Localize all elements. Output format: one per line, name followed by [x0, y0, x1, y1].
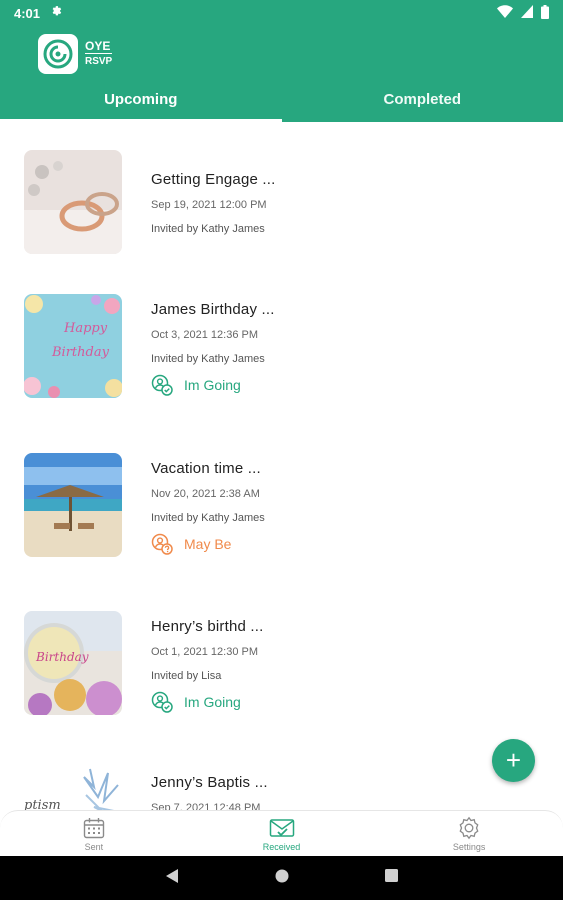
- logo-line-2: RSVP: [85, 53, 113, 68]
- settings-notification-icon: [49, 5, 62, 21]
- people-question-icon: [151, 533, 173, 555]
- nav-item-received[interactable]: Received: [188, 811, 376, 856]
- event-info: Getting Engage ... Sep 19, 2021 12:00 PM…: [151, 150, 511, 236]
- nav-label-sent: Sent: [84, 841, 104, 852]
- svg-text:Happy: Happy: [63, 321, 108, 336]
- envelope-check-icon: [269, 818, 294, 837]
- system-nav-bar: [0, 856, 563, 900]
- svg-text:Birthday: Birthday: [35, 650, 89, 664]
- back-icon[interactable]: [165, 868, 179, 889]
- nav-item-settings[interactable]: Settings: [375, 811, 563, 856]
- rsvp-label: May Be: [184, 536, 232, 552]
- event-date: Sep 19, 2021 12:00 PM: [151, 199, 267, 211]
- battery-icon: [541, 4, 549, 22]
- event-thumbnail-balloons: Birthday: [24, 611, 122, 715]
- nav-label-received: Received: [262, 841, 301, 852]
- event-inviter: Invited by Kathy James: [151, 353, 265, 365]
- app-header: OYE RSVP Upcoming Completed: [0, 26, 563, 122]
- tab-upcoming[interactable]: Upcoming: [0, 88, 282, 122]
- bottom-nav: Sent Received Settings: [0, 810, 563, 856]
- event-thumbnail-beach: [24, 453, 122, 557]
- event-date: Sep 7, 2021 12:48 PM: [151, 802, 261, 810]
- people-check-icon: [151, 691, 173, 713]
- calendar-icon: [83, 817, 105, 838]
- event-info: Henry’s birthd ... Oct 1, 2021 12:30 PM …: [151, 611, 511, 713]
- wifi-icon: [497, 5, 513, 21]
- event-item[interactable]: Happy Birthday James Birthday ... Oct 3,…: [24, 294, 544, 398]
- event-item[interactable]: Getting Engage ... Sep 19, 2021 12:00 PM…: [24, 150, 544, 254]
- app-logo: OYE RSVP: [38, 34, 113, 74]
- event-item[interactable]: ptism Jenny’s Baptis ... Sep 7, 2021 12:…: [24, 767, 544, 810]
- rsvp-status[interactable]: Im Going: [151, 691, 511, 713]
- event-thumbnail-baptism: ptism: [24, 767, 122, 810]
- event-item[interactable]: Vacation time ... Nov 20, 2021 2:38 AM I…: [24, 453, 544, 557]
- rsvp-status[interactable]: May Be: [151, 533, 511, 555]
- event-inviter: Invited by Lisa: [151, 670, 222, 682]
- event-inviter: Invited by Kathy James: [151, 223, 265, 235]
- nav-label-settings: Settings: [452, 841, 486, 852]
- event-date: Nov 20, 2021 2:38 AM: [151, 488, 260, 500]
- people-check-icon: [151, 374, 173, 396]
- event-list[interactable]: Getting Engage ... Sep 19, 2021 12:00 PM…: [0, 122, 563, 810]
- svg-text:ptism: ptism: [24, 798, 61, 810]
- event-thumbnail-birthday: Happy Birthday: [24, 294, 122, 398]
- event-info: Jenny’s Baptis ... Sep 7, 2021 12:48 PM: [151, 767, 511, 810]
- tab-completed[interactable]: Completed: [282, 88, 563, 122]
- event-title: Vacation time ...: [151, 460, 261, 477]
- nav-item-sent[interactable]: Sent: [0, 811, 188, 856]
- event-info: Vacation time ... Nov 20, 2021 2:38 AM I…: [151, 453, 511, 555]
- svg-text:Birthday: Birthday: [51, 345, 110, 360]
- recents-icon[interactable]: [385, 869, 398, 887]
- add-event-button[interactable]: +: [492, 739, 535, 782]
- rsvp-status[interactable]: Im Going: [151, 374, 511, 396]
- tab-bar: Upcoming Completed: [0, 88, 563, 122]
- status-bar: 4:01: [0, 0, 563, 26]
- logo-swirl-icon: [38, 34, 78, 74]
- status-time: 4:01: [14, 5, 41, 21]
- event-title: Jenny’s Baptis ...: [151, 774, 268, 791]
- event-date: Oct 1, 2021 12:30 PM: [151, 646, 259, 658]
- event-inviter: Invited by Kathy James: [151, 512, 265, 524]
- event-date: Oct 3, 2021 12:36 PM: [151, 329, 259, 341]
- logo-line-1: OYE: [85, 39, 111, 53]
- rsvp-label: Im Going: [184, 694, 241, 710]
- signal-icon: [521, 5, 533, 21]
- event-title: James Birthday ...: [151, 301, 275, 318]
- gear-icon: [459, 816, 479, 839]
- logo-text: OYE RSVP: [85, 39, 113, 68]
- event-item[interactable]: Birthday Henry’s birthd ... Oct 1, 2021 …: [24, 611, 544, 715]
- home-icon[interactable]: [275, 869, 289, 888]
- event-info: James Birthday ... Oct 3, 2021 12:36 PM …: [151, 294, 511, 396]
- event-thumbnail-rings: [24, 150, 122, 254]
- rsvp-label: Im Going: [184, 377, 241, 393]
- event-title: Getting Engage ...: [151, 171, 276, 188]
- event-title: Henry’s birthd ...: [151, 618, 264, 635]
